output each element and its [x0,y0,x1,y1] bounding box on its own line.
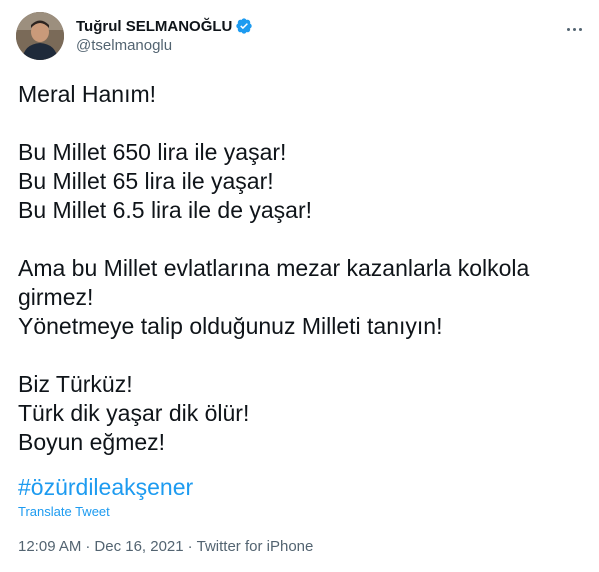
tweet-text-line: girmez! [18,284,94,310]
meta-separator: · [187,538,193,555]
tweet-text-line: Meral Hanım! [18,81,157,107]
translate-tweet-link[interactable]: Translate Tweet [18,504,110,520]
tweet-date[interactable]: Dec 16, 2021 [94,538,183,555]
tweet-text-line: Yönetmeye talip olduğunuz Milleti tanıyı… [18,313,443,339]
tweet-text-line: Türk dik yaşar dik ölür! [18,400,250,426]
avatar[interactable] [16,12,64,60]
more-options-icon[interactable] [563,18,585,40]
tweet-text-line: Ama bu Millet evlatlarına mezar kazanlar… [18,255,530,281]
tweet-text-line: Biz Türküz! [18,371,133,397]
tweet-text-line: Boyun eğmez! [18,429,166,455]
meta-separator: · [85,538,91,555]
tweet-text-line: Bu Millet 65 lira ile yaşar! [18,168,274,194]
tweet-time[interactable]: 12:09 AM [18,538,81,555]
tweet-source[interactable]: Twitter for iPhone [197,538,314,555]
name-row: Tuğrul SELMANOĞLU [76,16,253,36]
hashtag-link[interactable]: #özürdileakşener [18,473,193,502]
tweet-meta: 12:09 AM · Dec 16, 2021 · Twitter for iPhone [18,537,313,557]
tweet-text-line: Bu Millet 6.5 lira ile de yaşar! [18,197,313,223]
author-handle[interactable]: @tselmanoglu [76,36,253,56]
tweet-card: Tuğrul SELMANOĞLU @tselmanoglu Meral Han… [0,0,599,572]
tweet-text: Meral Hanım! Bu Millet 650 lira ile yaşar… [18,80,578,457]
tweet-header: Tuğrul SELMANOĞLU @tselmanoglu [16,12,253,60]
tweet-text-line: Bu Millet 650 lira ile yaşar! [18,139,287,165]
verified-badge-icon [235,17,253,35]
author-names: Tuğrul SELMANOĞLU @tselmanoglu [76,12,253,60]
author-display-name[interactable]: Tuğrul SELMANOĞLU [76,18,232,35]
